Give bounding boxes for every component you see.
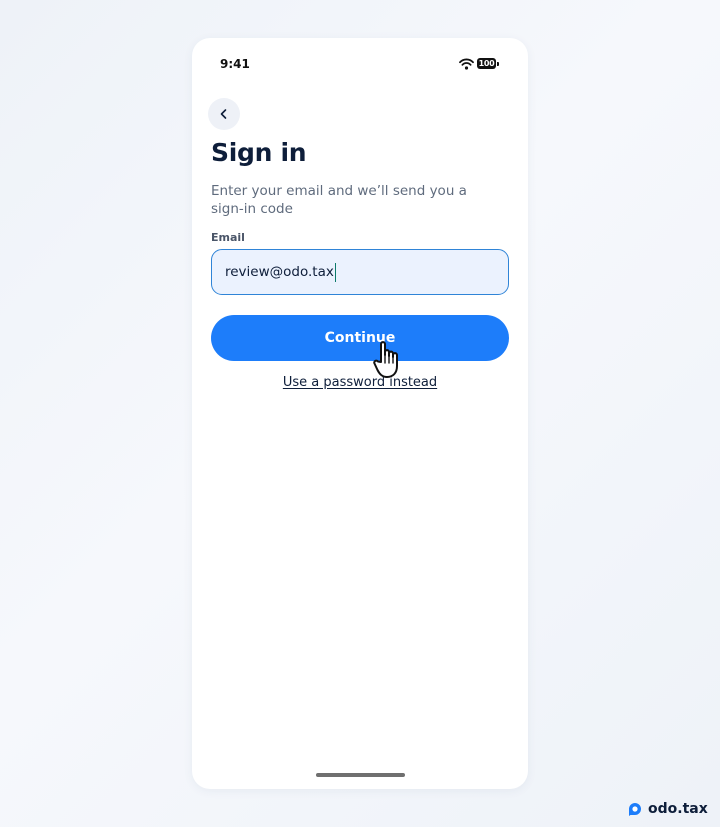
odo-logo-icon bbox=[629, 803, 641, 816]
brand-watermark: odo.tax bbox=[626, 799, 708, 819]
chevron-left-icon bbox=[220, 109, 227, 119]
text-caret bbox=[334, 262, 337, 282]
back-button[interactable] bbox=[208, 98, 240, 130]
page-subtitle: Enter your email and we’ll send you a si… bbox=[211, 183, 467, 217]
use-password-link[interactable]: Use a password instead bbox=[192, 375, 528, 390]
email-field[interactable]: review@odo.tax bbox=[211, 249, 509, 295]
email-label: Email bbox=[211, 231, 245, 244]
wifi-icon bbox=[459, 58, 474, 70]
brand-name: odo.tax bbox=[648, 801, 708, 817]
home-indicator bbox=[316, 773, 405, 777]
continue-button[interactable]: Continue bbox=[211, 315, 509, 361]
page-title: Sign in bbox=[211, 138, 307, 167]
email-value: review@odo.tax bbox=[225, 264, 334, 280]
battery-icon: 100 bbox=[477, 58, 499, 70]
status-time: 9:41 bbox=[220, 57, 250, 71]
phone-screen: 9:41 100 Sign in Enter your email and we… bbox=[192, 38, 528, 789]
battery-level: 100 bbox=[477, 58, 496, 69]
